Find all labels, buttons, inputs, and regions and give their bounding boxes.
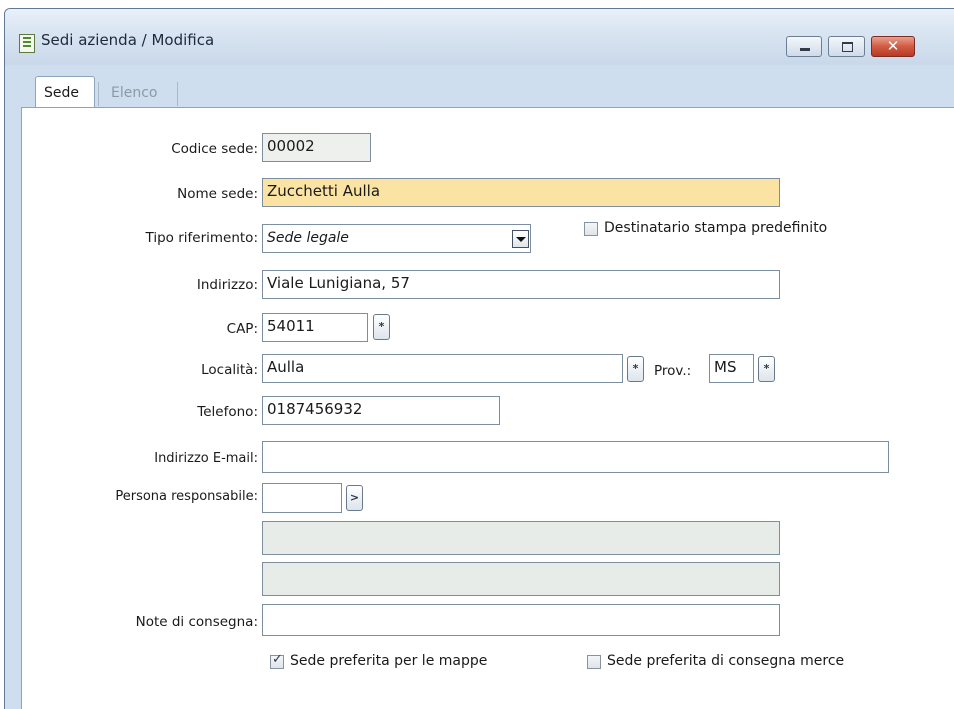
persona-responsabile-link-button[interactable]: > bbox=[346, 485, 363, 511]
telefono-label: Telefono: bbox=[197, 404, 258, 420]
nome-sede-label: Nome sede: bbox=[177, 186, 258, 202]
persona-responsabile-name-field bbox=[262, 521, 780, 555]
sede-preferita-mappe-label: Sede preferita per le mappe bbox=[290, 653, 488, 669]
localita-field[interactable]: Aulla bbox=[262, 354, 623, 383]
cap-zoom-button[interactable]: * bbox=[373, 314, 390, 340]
window-title: Sedi azienda / Modifica bbox=[41, 31, 215, 49]
document-icon bbox=[19, 34, 35, 53]
cap-field[interactable]: 54011 bbox=[262, 313, 368, 342]
tab-sede[interactable]: Sede bbox=[35, 76, 95, 108]
telefono-field[interactable]: 0187456932 bbox=[262, 396, 500, 425]
tab-elenco[interactable]: Elenco bbox=[98, 82, 178, 106]
localita-label: Località: bbox=[201, 362, 258, 378]
maximize-icon bbox=[842, 42, 853, 52]
close-icon: ✕ bbox=[886, 37, 900, 55]
tipo-riferimento-select[interactable]: Sede legale bbox=[262, 224, 531, 253]
sede-preferita-consegna-checkbox[interactable] bbox=[587, 655, 601, 669]
close-button[interactable]: ✕ bbox=[871, 36, 915, 57]
destinatario-stampa-checkbox[interactable] bbox=[584, 222, 598, 236]
codice-sede-field[interactable]: 00002 bbox=[262, 133, 371, 162]
persona-responsabile-field[interactable] bbox=[262, 483, 342, 513]
prov-label: Prov.: bbox=[654, 363, 692, 379]
note-consegna-label: Note di consegna: bbox=[135, 614, 258, 630]
tipo-riferimento-label: Tipo riferimento: bbox=[145, 230, 258, 246]
prov-zoom-button[interactable]: * bbox=[758, 356, 775, 382]
persona-responsabile-label: Persona responsabile: bbox=[115, 489, 258, 504]
sede-preferita-consegna-label: Sede preferita di consegna merce bbox=[607, 653, 845, 669]
minimize-button[interactable] bbox=[786, 36, 822, 57]
nome-sede-field[interactable]: Zucchetti Aulla bbox=[262, 178, 780, 207]
check-icon: ✓ bbox=[272, 652, 283, 667]
indirizzo-label: Indirizzo: bbox=[196, 277, 258, 293]
chevron-down-icon[interactable] bbox=[512, 230, 529, 248]
persona-responsabile-detail-field bbox=[262, 562, 780, 596]
minimize-icon bbox=[800, 48, 810, 51]
destinatario-stampa-label: Destinatario stampa predefinito bbox=[604, 220, 828, 236]
prov-field[interactable]: MS bbox=[709, 354, 754, 383]
localita-zoom-button[interactable]: * bbox=[627, 356, 644, 382]
email-label: Indirizzo E-mail: bbox=[154, 451, 258, 466]
sede-preferita-mappe-checkbox[interactable]: ✓ bbox=[270, 652, 284, 669]
codice-sede-label: Codice sede: bbox=[171, 141, 258, 157]
note-consegna-field[interactable] bbox=[262, 604, 780, 636]
maximize-button[interactable] bbox=[828, 36, 865, 57]
title-bar[interactable]: Sedi azienda / Modifica ✕ bbox=[5, 9, 954, 65]
email-field[interactable] bbox=[262, 441, 889, 473]
indirizzo-field[interactable]: Viale Lunigiana, 57 bbox=[262, 270, 780, 299]
cap-label: CAP: bbox=[226, 321, 258, 337]
